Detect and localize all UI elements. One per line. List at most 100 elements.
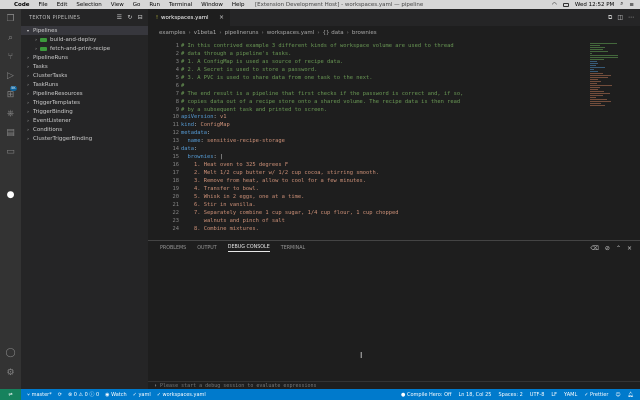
tree-item[interactable]: › TriggerTemplates xyxy=(21,98,148,107)
menu-view[interactable]: View xyxy=(111,2,124,8)
refresh-icon[interactable]: ↻ xyxy=(127,14,132,21)
panel-tab-problems[interactable]: PROBLEMS xyxy=(160,246,186,251)
branch-indicator[interactable]: ⑂ master* xyxy=(27,392,52,398)
kubernetes-icon[interactable]: ⎈ xyxy=(4,108,17,120)
code-line[interactable]: 10 apiVersion: v1 xyxy=(148,114,588,122)
sync-icon[interactable]: ⟳ xyxy=(58,392,62,398)
code-line[interactable]: 8 # copies data out of a recipe store ont… xyxy=(148,98,588,106)
tree-item[interactable]: › TaskRuns xyxy=(21,80,148,89)
tekton-icon[interactable]: ● xyxy=(4,189,17,201)
eol[interactable]: LF xyxy=(551,392,557,398)
chevron-right-icon[interactable]: › xyxy=(33,46,39,51)
chevron-right-icon[interactable]: › xyxy=(25,136,31,141)
breadcrumb-item[interactable]: brownies xyxy=(352,30,377,36)
tree-item[interactable]: ▾ Pipelines xyxy=(21,26,148,35)
code-line[interactable]: 19 4. Transfer to bowl. xyxy=(148,185,588,193)
menu-go[interactable]: Go xyxy=(133,2,141,8)
remote-indicator-icon[interactable]: ⇌ xyxy=(0,389,21,400)
code-line[interactable]: 12 metadata: xyxy=(148,129,588,137)
code-editor[interactable]: 1 # In this contrived example 3 different… xyxy=(148,40,588,240)
code-line[interactable]: 15 brownies: | xyxy=(148,153,588,161)
chevron-right-icon[interactable]: › xyxy=(33,37,39,42)
close-panel-icon[interactable]: × xyxy=(627,245,632,252)
panel-tab-output[interactable]: OUTPUT xyxy=(197,246,217,251)
wifi-icon[interactable]: ◠ xyxy=(552,2,557,8)
breadcrumb-item[interactable]: workspaces.yaml xyxy=(267,30,315,36)
code-line[interactable]: 14 data: xyxy=(148,145,588,153)
collapse-all-icon[interactable]: ⊟ xyxy=(138,14,143,21)
chevron-right-icon[interactable]: › xyxy=(25,64,31,69)
code-line[interactable]: 11 kind: ConfigMap xyxy=(148,122,588,130)
language-mode[interactable]: YAML xyxy=(564,392,577,398)
tree-item[interactable]: › ClusterTasks xyxy=(21,71,148,80)
split-editor-icon[interactable]: ◫ xyxy=(617,14,623,22)
feedback-icon[interactable]: ☺ xyxy=(615,392,620,398)
run-debug-icon[interactable]: ▷ xyxy=(4,70,17,82)
breadcrumb-item[interactable]: {} data xyxy=(323,30,344,36)
explorer-icon[interactable]: ❐ xyxy=(4,13,17,25)
tree-item[interactable]: › PipelineResources xyxy=(21,89,148,98)
breadcrumb-item[interactable]: examples xyxy=(159,30,186,36)
breadcrumb-item[interactable]: v1beta1 xyxy=(194,30,217,36)
problems-indicator[interactable]: ⊗ 0 ⚠ 0 ⓘ 0 xyxy=(68,391,99,398)
search-icon[interactable]: ⌕ xyxy=(620,1,623,8)
notifications-icon[interactable]: 🔔︎ xyxy=(628,392,634,398)
debug-console-input[interactable]: › Please start a debug session to evalua… xyxy=(148,381,640,389)
yaml-indicator[interactable]: ✓ yaml xyxy=(133,392,151,398)
code-line[interactable]: 5 # 3. A PVC is used to share data from o… xyxy=(148,74,588,82)
code-line[interactable]: 16 1. Heat oven to 325 degrees F xyxy=(148,161,588,169)
menu-code[interactable]: Code xyxy=(14,2,29,8)
docker-icon[interactable]: ▤ xyxy=(4,127,17,139)
chevron-right-icon[interactable]: › xyxy=(25,100,31,105)
code-line[interactable]: 20 5. Whisk in 2 eggs, one at a time. xyxy=(148,193,588,201)
code-line[interactable]: 18 3. Remove from heat, allow to cool fo… xyxy=(148,177,588,185)
breadcrumb-item[interactable]: pipelineruns xyxy=(225,30,259,36)
maximize-panel-icon[interactable]: ⌃ xyxy=(616,245,621,252)
code-line[interactable]: 2 # data through a pipeline's tasks. xyxy=(148,50,588,58)
tree-item[interactable]: › PipelineRuns xyxy=(21,53,148,62)
filter-icon[interactable]: ⌫ xyxy=(590,245,598,252)
battery-icon[interactable] xyxy=(562,2,569,7)
menu-selection[interactable]: Selection xyxy=(76,2,101,8)
chevron-right-icon[interactable]: › xyxy=(25,73,31,78)
prettier-status[interactable]: ✓ Prettier xyxy=(584,392,608,398)
menu-help[interactable]: Help xyxy=(232,2,245,8)
chevron-right-icon[interactable]: › xyxy=(25,82,31,87)
code-line[interactable]: 23 walnuts and pinch of salt xyxy=(148,217,588,225)
clock[interactable]: Wed 12:52 PM xyxy=(575,2,614,8)
code-line[interactable]: 24 8. Combine mixtures. xyxy=(148,225,588,233)
menu-run[interactable]: Run xyxy=(149,2,160,8)
chevron-right-icon[interactable]: › xyxy=(25,118,31,123)
panel-tab-terminal[interactable]: TERMINAL xyxy=(281,246,305,251)
more-actions-icon[interactable]: ⋯ xyxy=(628,14,634,22)
compile-hero-status[interactable]: ● Compile Hero: Off xyxy=(401,392,452,398)
tree-item[interactable]: › EventListener xyxy=(21,116,148,125)
search-icon[interactable]: ⌕ xyxy=(4,32,17,44)
watch-button[interactable]: ◉ Watch xyxy=(105,392,127,398)
cursor-position[interactable]: Ln 18, Col 25 xyxy=(459,392,492,398)
code-line[interactable]: 1 # In this contrived example 3 different… xyxy=(148,42,588,50)
code-line[interactable]: 21 6. Stir in vanilla. xyxy=(148,201,588,209)
file-indicator[interactable]: ✓ workspaces.yaml xyxy=(157,392,206,398)
indentation[interactable]: Spaces: 2 xyxy=(499,392,523,398)
menu-terminal[interactable]: Terminal xyxy=(169,2,192,8)
chevron-right-icon[interactable]: › xyxy=(25,127,31,132)
tab-workspaces-yaml[interactable]: ! workspaces.yaml × xyxy=(148,9,230,26)
encoding[interactable]: UTF-8 xyxy=(530,392,545,398)
remote-explorer-icon[interactable]: ▭ xyxy=(4,146,17,158)
clear-console-icon[interactable]: ⊘ xyxy=(605,245,610,252)
code-line[interactable]: 13 name: sensitive-recipe-storage xyxy=(148,137,588,145)
code-line[interactable]: 22 7. Separately combine 1 cup sugar, 1/… xyxy=(148,209,588,217)
menu-window[interactable]: Window xyxy=(201,2,223,8)
chevron-right-icon[interactable]: › xyxy=(25,55,31,60)
tree-item[interactable]: › Conditions xyxy=(21,125,148,134)
code-line[interactable]: 3 # 1. A ConfigMap is used as source of r… xyxy=(148,58,588,66)
code-line[interactable]: 4 # 2. A Secret is used to store a passwo… xyxy=(148,66,588,74)
tree-item[interactable]: › fetch-and-print-recipe xyxy=(21,44,148,53)
settings-gear-icon[interactable]: ⚙ xyxy=(4,367,17,379)
open-preview-icon[interactable]: ⧉ xyxy=(608,14,612,22)
menu-icon[interactable]: ≡ xyxy=(629,2,634,8)
code-line[interactable]: 6 # xyxy=(148,82,588,90)
tree-item[interactable]: › ClusterTriggerBinding xyxy=(21,134,148,143)
code-line[interactable]: 7 # The end result is a pipeline that fir… xyxy=(148,90,588,98)
